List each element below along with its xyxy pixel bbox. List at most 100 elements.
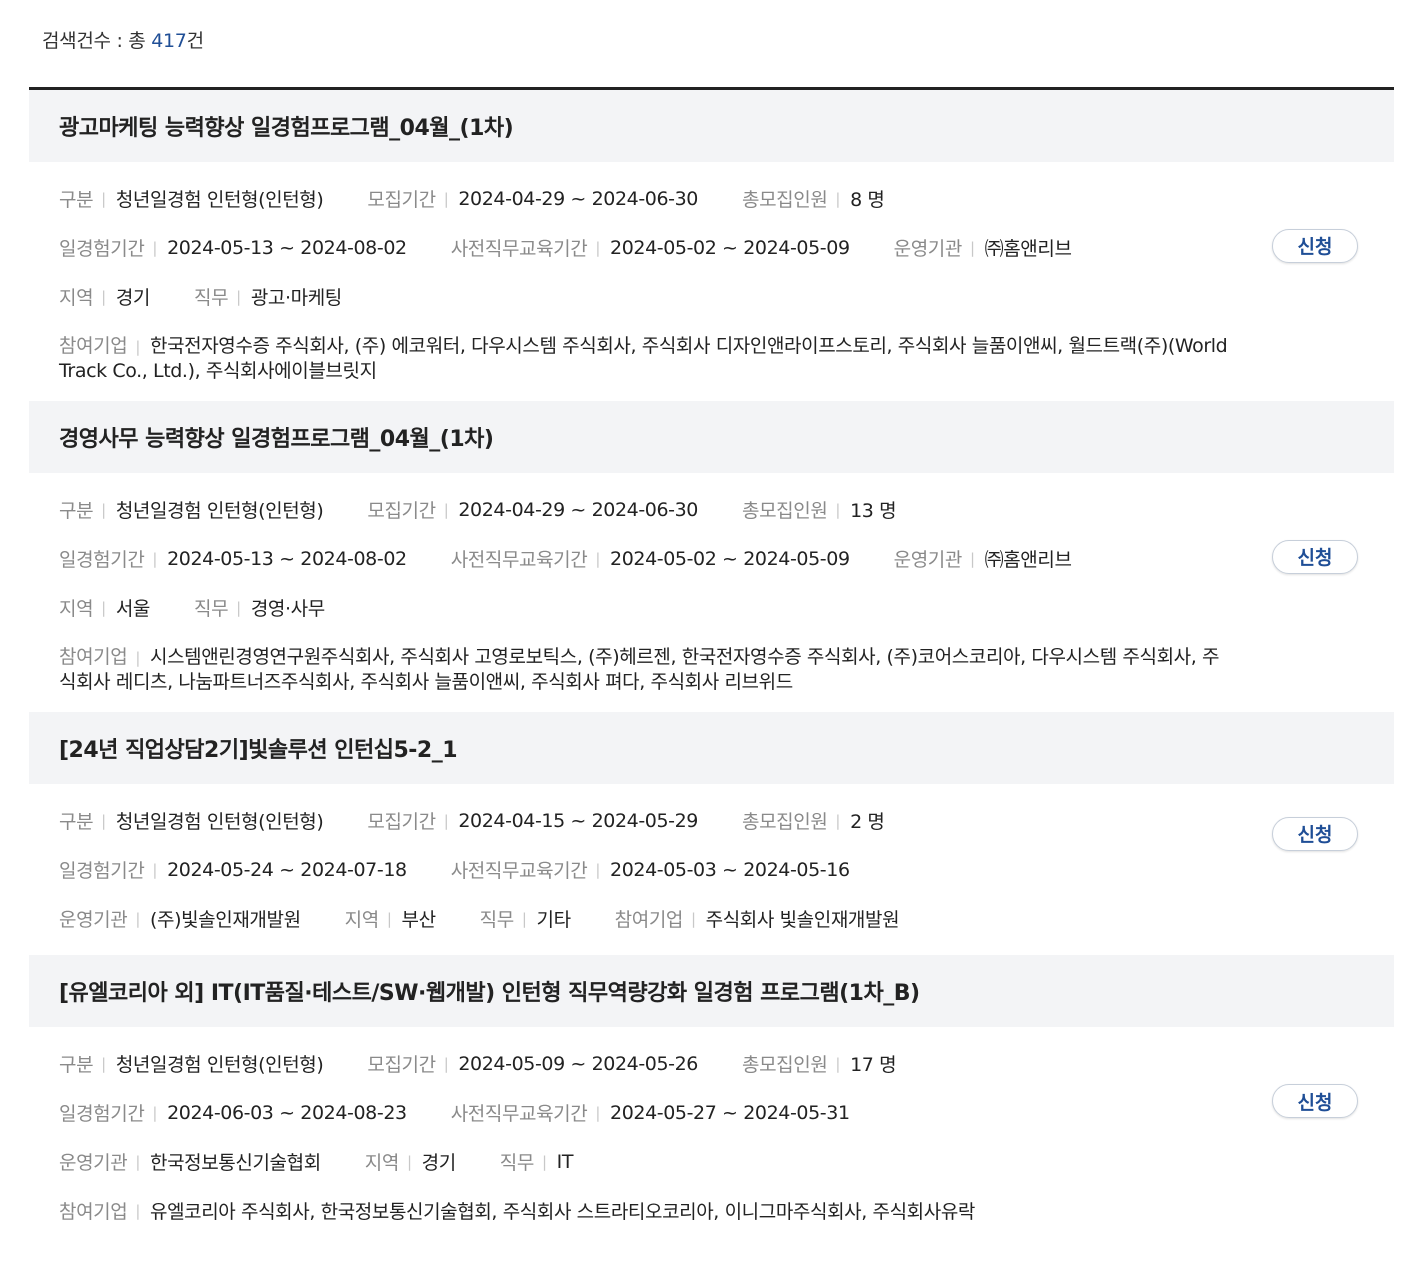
exp-period-label: 일경험기간 [59,238,145,260]
apply-button[interactable]: 신청 [1272,228,1358,263]
total-recruit-value: 2 명 [850,811,885,833]
operator-label: 운영기관 [893,549,963,571]
detail-row: 구분 | 청년일경험 인턴형(인턴형) 모집기간 | 2024-05-09 ~ 2024… [59,1039,1229,1088]
detail-row: 구분 | 청년일경험 인턴형(인턴형) 모집기간 | 2024-04-29 ~ 2024… [59,485,1229,534]
category-value: 청년일경험 인턴형(인턴형) [115,1054,324,1076]
detail-row: 구분 | 청년일경험 인턴형(인턴형) 모집기간 | 2024-04-15 ~ 2024… [59,796,1229,845]
apply-button[interactable]: 신청 [1272,816,1358,851]
job-label: 직무 [194,287,229,309]
program-item: 경영사무 능력향상 일경험프로그램_04월_(1차) 구분 | 청년일경험 인턴형(… [29,401,1394,712]
count-unit: 건 [186,30,204,52]
pre-edu-period-value: 2024-05-27 ~ 2024-05-31 [610,1101,850,1124]
companies-value: 주식회사 빛솔인재개발원 [705,909,900,931]
total-recruit-label: 총모집인원 [742,811,828,833]
job-value: 광고·마케팅 [250,287,342,309]
job-label: 직무 [194,598,229,620]
detail-row: 일경험기간 | 2024-06-03 ~ 2024-08-23 사전직무교육기간 | 2… [59,1088,1229,1137]
category-value: 청년일경험 인턴형(인턴형) [115,811,324,833]
category-label: 구분 [59,811,94,833]
detail-row: 일경험기간 | 2024-05-13 ~ 2024-08-02 사전직무교육기간 | 2… [59,534,1229,583]
count-number: 417 [151,30,187,52]
total-recruit-value: 8 명 [850,189,885,211]
category-value: 청년일경험 인턴형(인턴형) [115,189,324,211]
region-value: 경기 [115,287,151,309]
program-list: 광고마케팅 능력향상 일경험프로그램_04월_(1차) 구분 | 청년일경험 인턴형… [29,87,1394,1247]
pre-edu-period-value: 2024-05-03 ~ 2024-05-16 [610,858,850,881]
category-label: 구분 [59,189,94,211]
exp-period-label: 일경험기간 [59,549,145,571]
companies-label: 참여기업 [59,1201,128,1223]
apply-button[interactable]: 신청 [1272,1084,1358,1118]
program-details: 구분 | 청년일경험 인턴형(인턴형) 모집기간 | 2024-04-15 ~ 2024… [29,784,1229,955]
detail-row: 지역 | 경기 직무 | 광고·마케팅 [59,272,1229,321]
program-title[interactable]: [유엘코리아 외] IT(IT품질·테스트/SW·웹개발) 인턴형 직무역량강화… [29,955,1394,1027]
job-value: IT [556,1150,574,1173]
region-value: 부산 [401,909,436,931]
region-label: 지역 [59,287,94,309]
program-title[interactable]: [24년 직업상담2기]빛솔루션 인턴십5-2_1 [29,712,1394,784]
job-label: 직무 [499,1152,535,1174]
detail-row: 구분 | 청년일경험 인턴형(인턴형) 모집기간 | 2024-04-29 ~ 2024… [59,174,1229,223]
detail-row: 운영기관 | (주)빛솔인재개발원 지역 | 부산 직무 | 기타 참여기업 | 주식회사 빛솔… [59,894,1229,943]
operator-value: (주)빛솔인재개발원 [149,909,301,931]
exp-period-value: 2024-05-24 ~ 2024-07-18 [167,858,407,881]
operator-value: ㈜홈앤리브 [984,238,1072,260]
exp-period-value: 2024-05-13 ~ 2024-08-02 [167,547,407,570]
companies-value: 시스템앤린경영연구원주식회사, 주식회사 고영로보틱스, (주)헤르젠, 한국전… [59,646,1220,693]
apply-button[interactable]: 신청 [1272,539,1358,574]
category-value: 청년일경험 인턴형(인턴형) [115,500,324,522]
operator-label: 운영기관 [59,909,128,931]
operator-label: 운영기관 [893,238,963,260]
pre-edu-period-label: 사전직무교육기간 [450,238,588,260]
recruit-period-label: 모집기간 [367,811,436,833]
companies-label: 참여기업 [59,335,128,357]
total-recruit-label: 총모집인원 [742,189,828,211]
program-details: 구분 | 청년일경험 인턴형(인턴형) 모집기간 | 2024-05-09 ~ 2024… [29,1027,1229,1247]
region-label: 지역 [364,1152,400,1174]
total-recruit-value: 17 명 [850,1054,897,1076]
program-title[interactable]: 광고마케팅 능력향상 일경험프로그램_04월_(1차) [29,90,1394,162]
search-result-count: 검색건수 : 총 417건 [42,26,204,53]
operator-label: 운영기관 [59,1152,128,1174]
detail-row: 지역 | 서울 직무 | 경영·사무 [59,583,1229,632]
detail-row: 일경험기간 | 2024-05-24 ~ 2024-07-18 사전직무교육기간 | 2… [59,845,1229,894]
region-value: 경기 [421,1152,457,1174]
operator-value: ㈜홈앤리브 [984,549,1072,571]
program-title[interactable]: 경영사무 능력향상 일경험프로그램_04월_(1차) [29,401,1394,473]
total-recruit-value: 13 명 [850,500,897,522]
pre-edu-period-value: 2024-05-02 ~ 2024-05-09 [610,547,850,570]
operator-value: 한국정보통신기술협회 [149,1152,321,1174]
exp-period-value: 2024-06-03 ~ 2024-08-23 [167,1101,407,1124]
companies-label: 참여기업 [614,909,684,931]
program-details: 구분 | 청년일경험 인턴형(인턴형) 모집기간 | 2024-04-29 ~ 2024… [29,473,1229,712]
pre-edu-period-label: 사전직무교육기간 [450,1103,588,1125]
recruit-period-value: 2024-04-15 ~ 2024-05-29 [458,809,698,832]
program-details: 구분 | 청년일경험 인턴형(인턴형) 모집기간 | 2024-04-29 ~ 2024… [29,162,1229,401]
count-label: 검색건수 : 총 [42,30,152,52]
pre-edu-period-label: 사전직무교육기간 [450,549,588,571]
exp-period-label: 일경험기간 [59,860,145,882]
job-label: 직무 [479,909,515,931]
exp-period-label: 일경험기간 [59,1103,145,1125]
program-item: 광고마케팅 능력향상 일경험프로그램_04월_(1차) 구분 | 청년일경험 인턴형… [29,90,1394,401]
companies-value: 유엘코리아 주식회사, 한국정보통신기술협회, 주식회사 스트라티오코리아, 이… [149,1201,975,1223]
companies-value: 한국전자영수증 주식회사, (주) 에코워터, 다우시스템 주식회사, 주식회사… [59,335,1228,382]
region-label: 지역 [59,598,94,620]
total-recruit-label: 총모집인원 [742,500,828,522]
companies-label: 참여기업 [59,646,128,668]
detail-row: 참여기업 | 유엘코리아 주식회사, 한국정보통신기술협회, 주식회사 스트라티오코… [59,1186,1229,1235]
recruit-period-value: 2024-04-29 ~ 2024-06-30 [458,187,698,210]
detail-row: 일경험기간 | 2024-05-13 ~ 2024-08-02 사전직무교육기간 | 2… [59,223,1229,272]
program-item: [유엘코리아 외] IT(IT품질·테스트/SW·웹개발) 인턴형 직무역량강화… [29,955,1394,1247]
region-label: 지역 [344,909,380,931]
job-value: 경영·사무 [250,598,325,620]
pre-edu-period-label: 사전직무교육기간 [450,860,588,882]
recruit-period-label: 모집기간 [367,500,436,522]
region-value: 서울 [115,598,151,620]
exp-period-value: 2024-05-13 ~ 2024-08-02 [167,236,407,259]
category-label: 구분 [59,500,94,522]
job-value: 기타 [536,909,571,931]
category-label: 구분 [59,1054,94,1076]
recruit-period-value: 2024-05-09 ~ 2024-05-26 [458,1052,698,1075]
detail-row: 참여기업 | 한국전자영수증 주식회사, (주) 에코워터, 다우시스템 주식회사,… [59,335,1228,382]
